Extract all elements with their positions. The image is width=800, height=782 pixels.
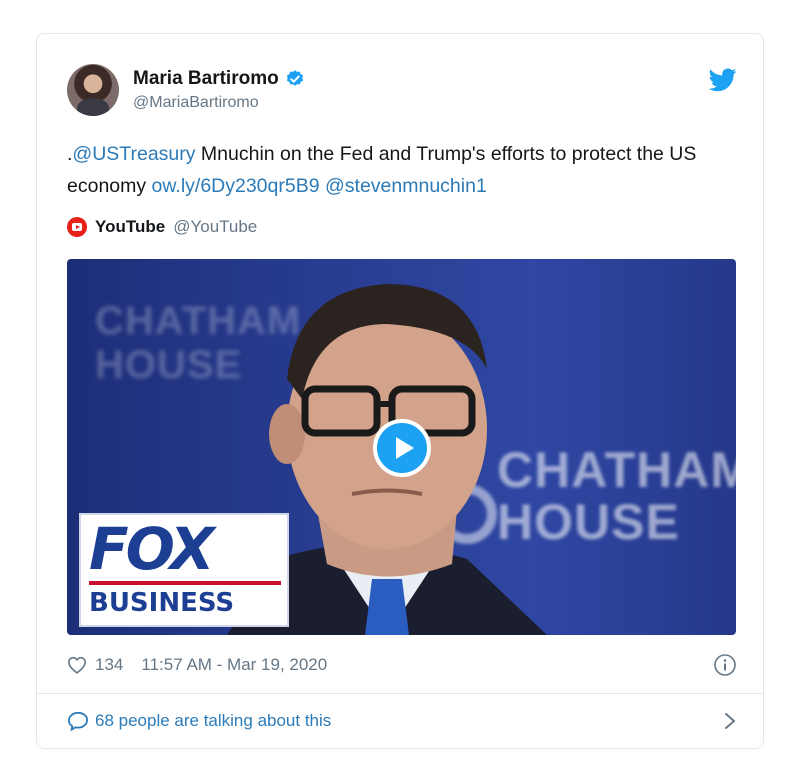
conversation-link[interactable]: 68 people are talking about this: [67, 706, 737, 736]
heart-icon[interactable]: [67, 656, 87, 674]
twitter-bird-icon[interactable]: [709, 68, 737, 92]
fox-logo-top: FOX: [89, 515, 215, 583]
source-handle[interactable]: @YouTube: [173, 217, 257, 237]
video-thumbnail[interactable]: CHATHAM HOUSE CHATHAM HOUSE FOX BUSINESS: [67, 259, 736, 635]
like-count[interactable]: 134: [95, 655, 123, 675]
author-handle[interactable]: @MariaBartiromo: [133, 94, 259, 112]
fox-logo-stripe: [89, 581, 281, 585]
tweet-card: Maria Bartiromo @MariaBartiromo .@USTrea…: [36, 33, 764, 749]
mention-stevenmnuchin1[interactable]: @stevenmnuchin1: [325, 175, 487, 197]
author-row[interactable]: Maria Bartiromo: [133, 68, 305, 90]
play-button[interactable]: [373, 419, 431, 477]
source-name[interactable]: YouTube: [95, 217, 165, 237]
chevron-right-icon[interactable]: [723, 712, 737, 730]
info-icon[interactable]: [713, 653, 737, 677]
avatar[interactable]: [67, 64, 119, 116]
youtube-icon: [67, 217, 87, 237]
tweet-meta: 134 11:57 AM - Mar 19, 2020: [67, 651, 737, 679]
speech-bubble-icon: [67, 711, 89, 731]
timestamp[interactable]: 11:57 AM - Mar 19, 2020: [141, 655, 327, 675]
author-name[interactable]: Maria Bartiromo: [133, 68, 279, 90]
fox-logo-bottom: BUSINESS: [89, 588, 235, 618]
tweet-header: Maria Bartiromo @MariaBartiromo: [67, 64, 737, 120]
tweet-text: .@USTreasury Mnuchin on the Fed and Trum…: [67, 138, 737, 202]
verified-badge-icon: [286, 70, 303, 86]
divider: [37, 693, 763, 694]
shortlink[interactable]: ow.ly/6Dy230qr5B9: [152, 175, 320, 197]
mention-ustreasury[interactable]: @USTreasury: [72, 143, 195, 165]
source-attribution[interactable]: YouTube @YouTube: [67, 215, 257, 239]
talking-count-text[interactable]: 68 people are talking about this: [95, 711, 331, 731]
fox-business-logo: FOX BUSINESS: [79, 513, 289, 627]
